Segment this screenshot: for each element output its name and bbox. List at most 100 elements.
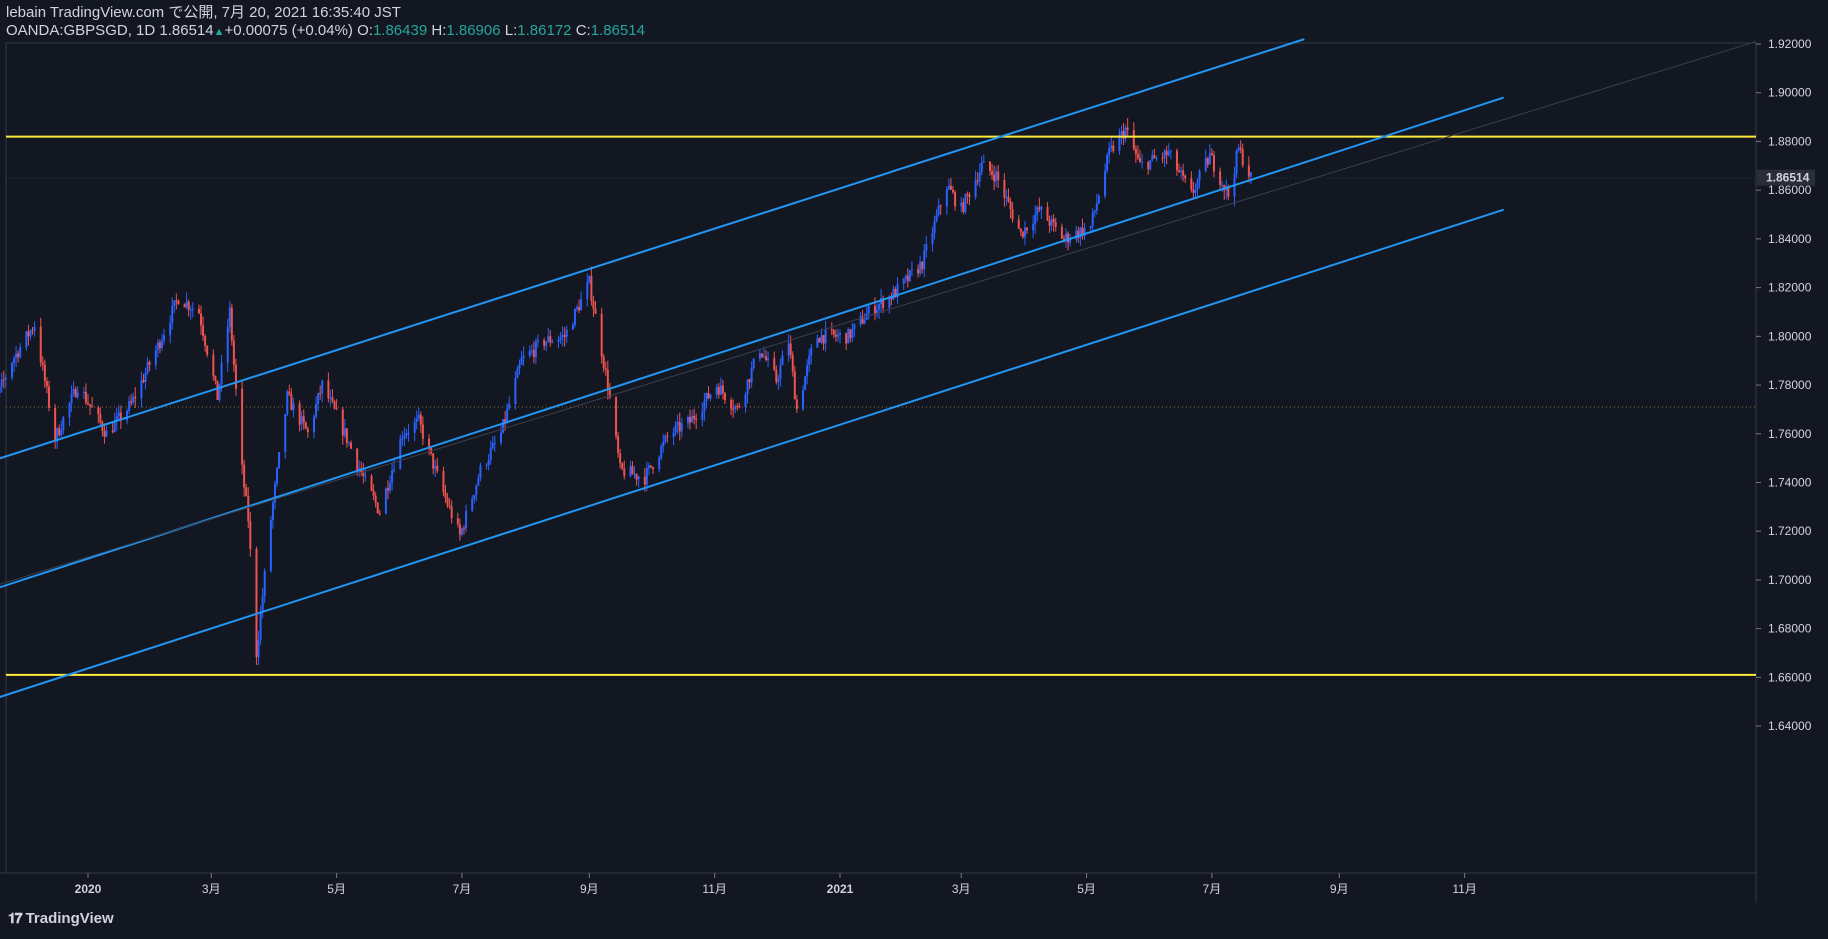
candle-body	[111, 430, 114, 433]
candle-body	[329, 397, 332, 399]
price-tick-label: 1.82000	[1768, 281, 1812, 295]
candle-body	[465, 510, 468, 529]
candle-body	[241, 388, 244, 465]
candle-body	[1108, 148, 1111, 155]
candle-body	[709, 394, 712, 399]
candle-body	[1151, 155, 1154, 161]
candle-body	[793, 371, 796, 400]
candle-body	[662, 441, 665, 447]
candle-body	[954, 192, 957, 207]
candle-body	[1091, 212, 1094, 226]
candle-body	[991, 171, 994, 175]
candle-body	[374, 495, 377, 503]
candle-body	[752, 358, 755, 368]
candle-body	[906, 275, 909, 281]
candle-body	[1169, 150, 1172, 152]
candle-body	[621, 463, 624, 469]
price-tick-label: 1.88000	[1768, 134, 1812, 148]
channel-upper-line[interactable]	[0, 38, 1305, 470]
price-axis[interactable]: 1.64000 1.66000 1.68000 1.70000 1.72000 1.740…	[1756, 37, 1812, 733]
candle-body	[1021, 231, 1024, 238]
candle-body	[87, 402, 89, 405]
candle-body	[1184, 175, 1187, 179]
candle-body	[302, 416, 305, 423]
candle-body	[933, 220, 936, 234]
candle-body	[1190, 178, 1193, 190]
candle-body	[1237, 147, 1240, 151]
candle-body	[715, 386, 718, 395]
candle-body	[154, 350, 157, 365]
candle-body	[1165, 150, 1168, 156]
candle-body	[839, 333, 841, 335]
candle-body	[576, 307, 579, 310]
price-tick-label: 1.78000	[1768, 378, 1812, 392]
candle-body	[863, 319, 866, 324]
candle-body	[615, 397, 618, 437]
candle-body	[298, 403, 301, 425]
candle-body	[982, 161, 985, 163]
price-tick-label: 1.64000	[1768, 719, 1812, 733]
candle-body	[516, 368, 519, 379]
candle-body	[175, 300, 178, 302]
candle-body	[830, 329, 833, 331]
candle-body	[758, 353, 761, 359]
candle-body	[491, 443, 494, 449]
candle-body	[234, 364, 237, 389]
candle-body	[1110, 145, 1113, 149]
price-tick-label: 1.90000	[1768, 86, 1812, 100]
candle-body	[126, 410, 129, 421]
candle-body	[968, 194, 971, 198]
candle-body	[557, 339, 560, 342]
candle-body	[571, 324, 574, 330]
candle-body	[744, 394, 747, 407]
candle-body	[1247, 165, 1250, 177]
candle-body	[1132, 129, 1135, 149]
candle-body	[847, 329, 850, 344]
candle-body	[606, 369, 609, 391]
channel-middle-line[interactable]	[0, 96, 1504, 600]
time-axis[interactable]: 2020 3月 5月 7月 9月 11月 2021 3月 5月 7月 9月 11月	[75, 873, 1477, 896]
candle-body	[995, 171, 998, 182]
candle-body	[600, 313, 603, 357]
candle-body	[565, 329, 568, 337]
candle-body	[721, 385, 724, 394]
candle-body	[935, 214, 938, 221]
candle-body	[834, 334, 837, 337]
candle-body	[2, 379, 5, 381]
candle-body	[191, 308, 194, 310]
candle-body	[364, 475, 367, 477]
candle-body	[13, 358, 16, 364]
candle-body	[806, 364, 809, 377]
candle-body	[15, 353, 18, 359]
candle-body	[407, 432, 410, 434]
candle-body	[144, 373, 147, 382]
candle-body	[978, 172, 981, 182]
candle-body	[249, 521, 252, 550]
candle-body	[518, 364, 521, 369]
candle-body	[197, 308, 200, 314]
candle-body	[347, 442, 350, 444]
candle-body	[70, 394, 73, 404]
candle-body	[719, 385, 722, 395]
candle-body	[0, 386, 1, 394]
channel-lower-line[interactable]	[0, 208, 1504, 709]
candle-body	[604, 368, 607, 370]
candle-body	[777, 378, 780, 382]
candle-body	[372, 490, 375, 496]
time-tick-label: 5月	[1077, 882, 1096, 896]
candle-body	[910, 269, 913, 271]
candle-body	[485, 464, 488, 466]
candle-body	[163, 335, 166, 341]
candle-body	[734, 406, 737, 410]
candlestick-chart[interactable]: 1.64000 1.66000 1.68000 1.70000 1.72000 1.740…	[0, 0, 1828, 939]
candle-body	[563, 335, 566, 337]
candle-body	[84, 391, 87, 403]
candle-body	[479, 465, 482, 479]
candle-body	[1249, 172, 1252, 177]
candle-body	[1178, 170, 1181, 172]
candle-body	[802, 390, 805, 410]
candle-body	[134, 396, 137, 399]
candle-body	[573, 309, 576, 325]
candle-body	[705, 392, 708, 402]
candle-body	[140, 380, 143, 399]
